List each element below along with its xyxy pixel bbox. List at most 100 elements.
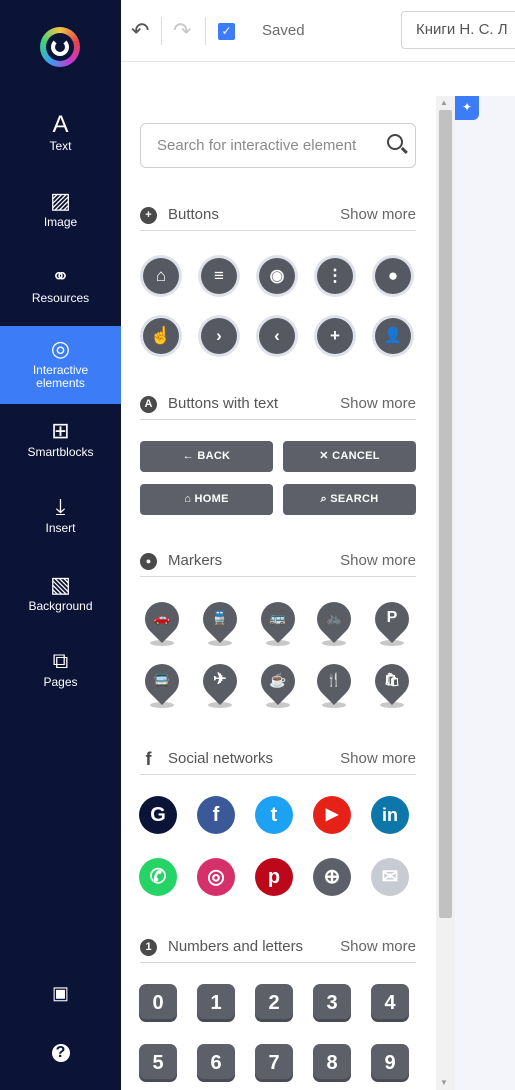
menu-icon[interactable]: ≡ (201, 258, 237, 294)
marker-car[interactable]: 🚗 (137, 594, 187, 646)
logo-icon (51, 38, 69, 56)
marker-coach[interactable]: 🚍 (137, 656, 187, 708)
sidebar-item-interactive-elements[interactable]: ◎ Interactive elements (0, 326, 121, 404)
youtube-icon[interactable]: ▶ (313, 796, 351, 834)
number-4-button[interactable]: 4 (371, 984, 409, 1022)
saved-status: Saved (262, 22, 305, 39)
sidebar-item-smartblocks[interactable]: ⊞ Smartblocks (0, 418, 121, 468)
section-buttons-header: + Buttons Show more (140, 205, 416, 231)
sidebar (0, 0, 121, 1090)
whatsapp-icon[interactable]: ✆ (139, 858, 177, 896)
back-button[interactable]: ← BACK (140, 441, 273, 472)
number-9-button[interactable]: 9 (371, 1044, 409, 1082)
section-title: Buttons (168, 206, 219, 223)
chevron-left-icon[interactable]: ‹ (259, 318, 295, 354)
user-icon[interactable]: 👤 (375, 318, 411, 354)
section-social-header: f Social networks Show more (140, 749, 416, 775)
website-icon[interactable]: ⊕ (313, 858, 351, 896)
coffee-icon: ☕ (269, 672, 287, 688)
pin-icon[interactable]: ✦ (455, 96, 479, 120)
section-markers-header: ● Markers Show more (140, 551, 416, 577)
home-button[interactable]: ⌂ HOME (140, 484, 273, 515)
coach-icon: 🚍 (153, 672, 171, 687)
pointer-icon[interactable]: ☝ (143, 318, 179, 354)
marker-parking[interactable]: P (367, 594, 417, 646)
smartblocks-icon: ⊞ (51, 418, 70, 443)
top-toolbar: ↶ ↷ ✓ Saved Книги Н. С. Л (121, 0, 515, 62)
number-8-button[interactable]: 8 (313, 1044, 351, 1082)
instagram-icon[interactable]: ◎ (197, 858, 235, 896)
redo-icon[interactable]: ↷ (173, 18, 191, 44)
marker-bike[interactable]: 🚲 (309, 594, 359, 646)
number-0-button[interactable]: 0 (139, 984, 177, 1022)
undo-icon[interactable]: ↶ (131, 18, 149, 44)
chevron-right-icon[interactable]: › (201, 318, 237, 354)
search-icon[interactable] (387, 134, 403, 150)
show-more-link[interactable]: Show more (340, 750, 416, 767)
marker-restaurant[interactable]: 🍴 (309, 656, 359, 708)
number-6-button[interactable]: 6 (197, 1044, 235, 1082)
search-placeholder: Search for interactive element (157, 137, 357, 154)
facebook-icon[interactable]: f (197, 796, 235, 834)
show-more-link[interactable]: Show more (340, 206, 416, 223)
number-5-button[interactable]: 5 (139, 1044, 177, 1082)
interactive-elements-icon: ◎ (50, 336, 71, 361)
show-more-link[interactable]: Show more (340, 938, 416, 955)
sidebar-item-insert[interactable]: ⤓ Insert (0, 494, 121, 544)
location-icon[interactable]: ● (375, 258, 411, 294)
section-title: Social networks (168, 750, 274, 767)
pinterest-icon[interactable]: p (255, 858, 293, 896)
sidebar-item-label: Text (49, 139, 72, 153)
saved-check-icon: ✓ (218, 23, 235, 40)
marker-icon: ● (140, 553, 157, 570)
eye-icon[interactable]: ◉ (259, 258, 295, 294)
sidebar-item-image[interactable]: ▨ Image (0, 188, 121, 238)
twitter-icon[interactable]: t (255, 796, 293, 834)
show-more-link[interactable]: Show more (340, 552, 416, 569)
resources-icon: ⚭ (51, 264, 70, 289)
plus-circle-icon: + (140, 207, 157, 224)
sidebar-item-pages[interactable]: ⧉ Pages (0, 648, 121, 698)
marker-train[interactable]: 🚆 (195, 594, 245, 646)
genially-icon[interactable]: G (139, 796, 177, 834)
number-1-button[interactable]: 1 (197, 984, 235, 1022)
project-title-input[interactable]: Книги Н. С. Л (401, 11, 515, 49)
linkedin-icon[interactable]: in (371, 796, 409, 834)
sidebar-item-label: Interactive elements (32, 363, 89, 390)
marker-bus[interactable]: 🚌 (253, 594, 303, 646)
search-input[interactable]: Search for interactive element (140, 123, 416, 168)
scrollbar-thumb[interactable] (439, 110, 452, 918)
sidebar-item-background[interactable]: ▧ Background (0, 572, 121, 622)
toolbar-spacer (121, 62, 515, 96)
letter-a-icon: A (140, 396, 157, 413)
sidebar-item-resources[interactable]: ⚭ Resources (0, 264, 121, 314)
section-title: Markers (168, 552, 223, 569)
search-button[interactable]: ⌕ SEARCH (283, 484, 416, 515)
marker-plane[interactable]: ✈ (195, 656, 245, 708)
number-2-button[interactable]: 2 (255, 984, 293, 1022)
scroll-up-arrow-icon[interactable]: ▲ (440, 98, 448, 107)
divider (205, 17, 206, 45)
sidebar-item-text[interactable]: A Text (0, 112, 121, 162)
marker-shopping[interactable]: 🛍 (367, 656, 417, 708)
home-icon[interactable]: ⌂ (143, 258, 179, 294)
number-3-button[interactable]: 3 (313, 984, 351, 1022)
plus-icon[interactable]: + (317, 318, 353, 354)
marker-coffee[interactable]: ☕ (253, 656, 303, 708)
canvas-area[interactable] (455, 96, 515, 1090)
scroll-down-arrow-icon[interactable]: ▼ (440, 1078, 448, 1087)
image-icon: ▨ (50, 188, 71, 213)
email-icon[interactable]: ✉ (371, 858, 409, 896)
help-button[interactable]: ? (0, 1040, 121, 1070)
sidebar-item-label: Background (28, 599, 93, 613)
genially-logo[interactable] (40, 27, 80, 67)
gift-button[interactable]: ▣ (0, 980, 121, 1010)
parking-icon: P (386, 609, 398, 626)
sidebar-item-label: Image (43, 215, 78, 229)
more-vertical-icon[interactable]: ⋮ (317, 258, 353, 294)
sidebar-item-label: Pages (43, 675, 78, 689)
number-7-button[interactable]: 7 (255, 1044, 293, 1082)
cancel-button[interactable]: ✕ CANCEL (283, 441, 416, 472)
show-more-link[interactable]: Show more (340, 395, 416, 412)
plane-icon: ✈ (213, 671, 227, 688)
